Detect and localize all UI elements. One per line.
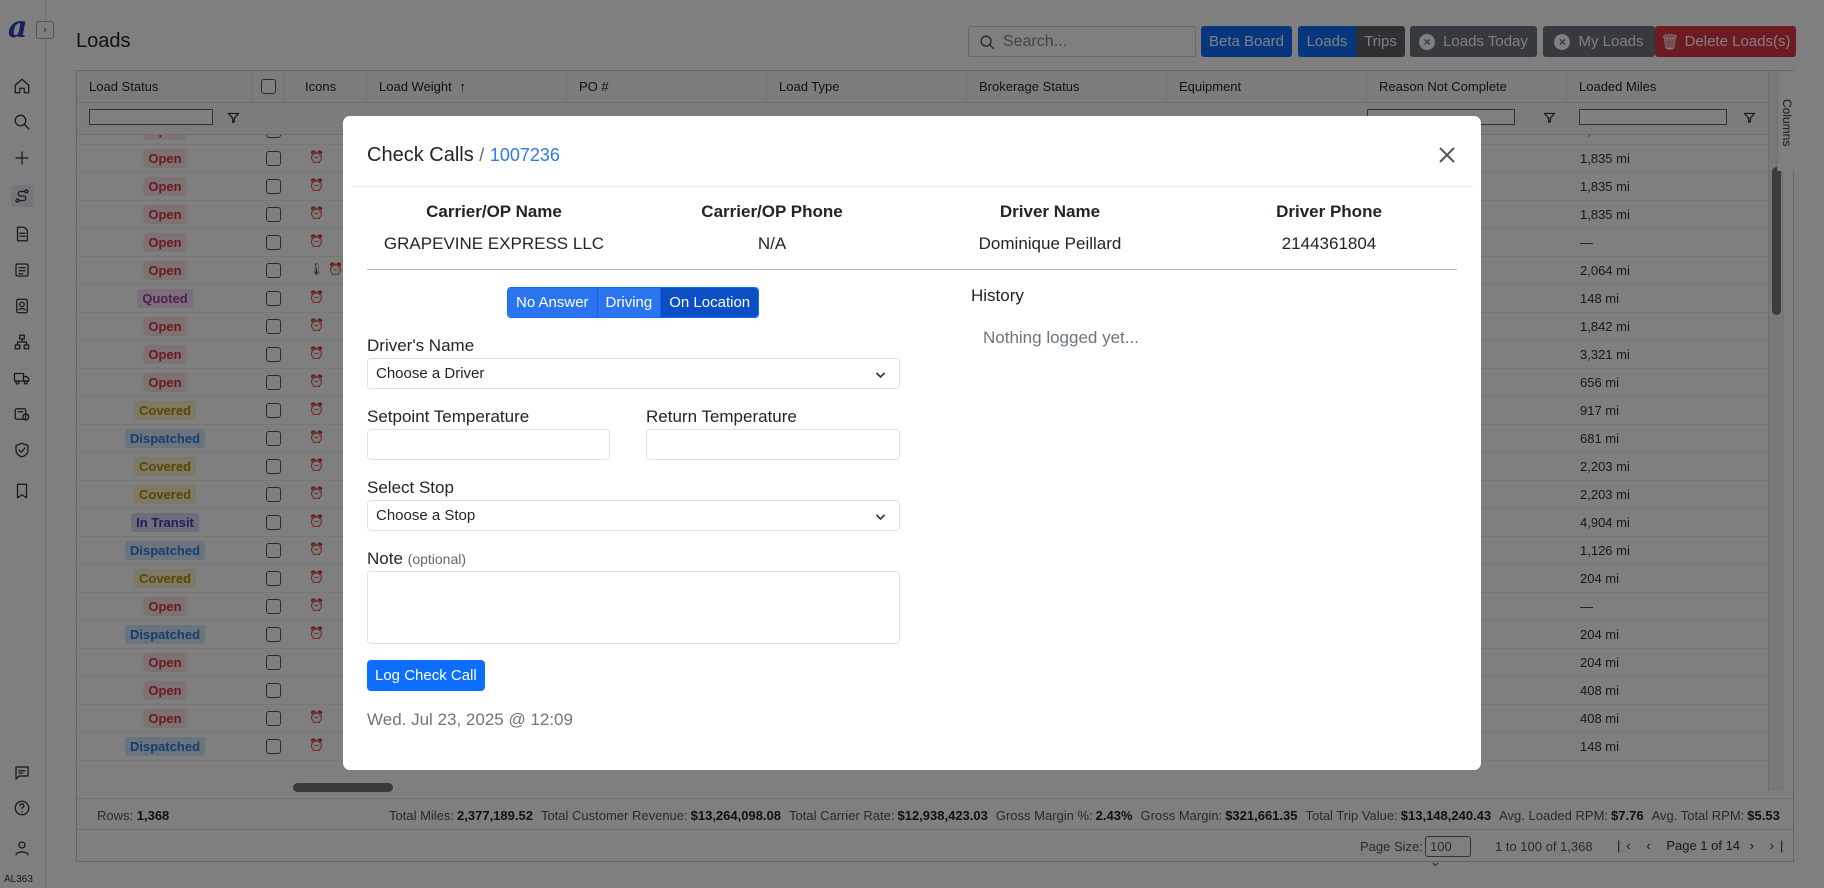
no-answer-button[interactable]: No Answer	[508, 288, 598, 317]
divider	[367, 269, 1457, 270]
chevron-down-icon	[875, 514, 886, 521]
return-temperature-label: Return Temperature	[646, 407, 797, 426]
chevron-down-icon	[875, 372, 886, 379]
on-location-button[interactable]: On Location	[661, 288, 759, 317]
carrier-phone-info: Carrier/OP Phone N/A	[701, 202, 843, 253]
driving-button[interactable]: Driving	[597, 288, 662, 317]
close-icon[interactable]	[1435, 143, 1459, 167]
stop-select[interactable]: Choose a Stop	[367, 500, 900, 531]
select-stop-label: Select Stop	[367, 478, 454, 497]
setpoint-temperature-label: Setpoint Temperature	[367, 407, 530, 426]
history-empty-message: Nothing logged yet...	[983, 328, 1139, 347]
setpoint-temperature-input[interactable]	[367, 429, 610, 460]
history-heading: History	[971, 286, 1024, 305]
driver-select[interactable]: Choose a Driver	[367, 358, 900, 389]
check-calls-modal: Check Calls / 1007236 Carrier/OP Name GRA…	[343, 116, 1481, 770]
driver-name-label: Driver's Name	[367, 336, 475, 355]
return-temperature-input[interactable]	[646, 429, 900, 460]
note-label: Note (optional)	[367, 549, 467, 568]
driver-phone-info: Driver Phone 2144361804	[1276, 202, 1382, 253]
note-textarea[interactable]	[367, 571, 900, 644]
driver-name-info: Driver Name Dominique Peillard	[978, 202, 1122, 253]
log-check-call-button[interactable]: Log Check Call	[367, 660, 485, 691]
call-type-group: No Answer Driving On Location	[507, 287, 760, 318]
carrier-name-info: Carrier/OP Name GRAPEVINE EXPRESS LLC	[383, 202, 605, 253]
divider	[351, 186, 1473, 187]
current-datetime: Wed. Jul 23, 2025 @ 12:09	[367, 710, 573, 729]
load-id-link[interactable]: 1007236	[490, 145, 560, 165]
modal-title: Check Calls / 1007236	[367, 144, 560, 166]
